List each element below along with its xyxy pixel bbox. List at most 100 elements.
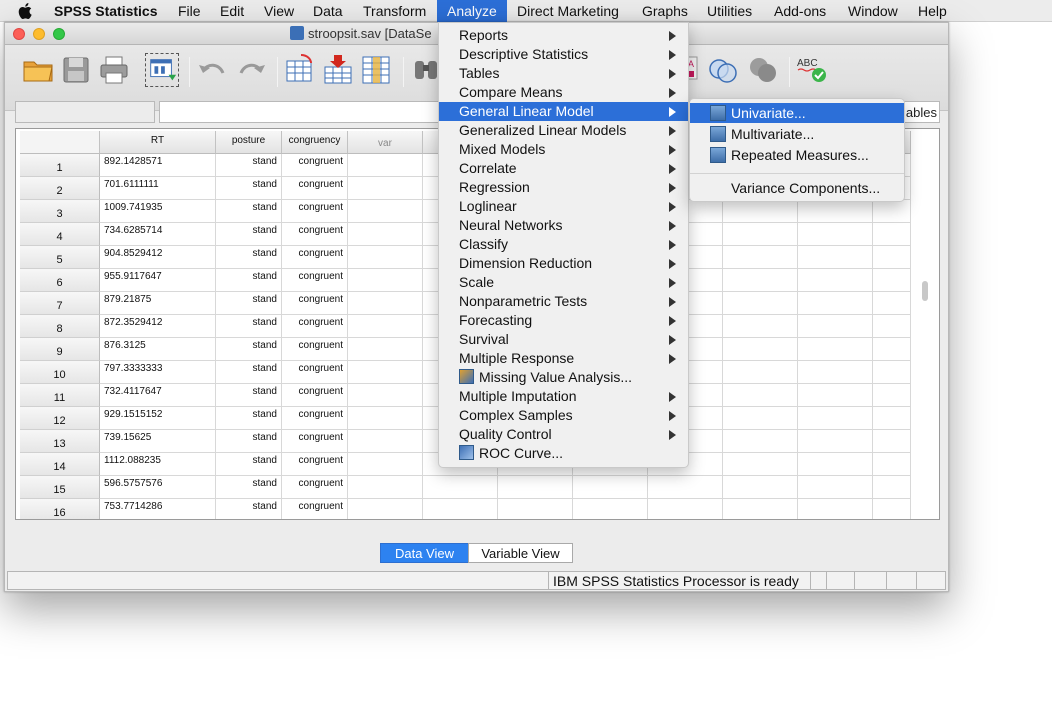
cell-posture[interactable]: stand xyxy=(216,177,282,200)
cell-empty[interactable] xyxy=(498,499,573,519)
menu-item-multivariate[interactable]: Multivariate... xyxy=(690,124,904,144)
vertical-scroll-thumb[interactable] xyxy=(922,281,928,301)
cell-empty[interactable] xyxy=(873,407,911,430)
cell-empty[interactable] xyxy=(723,453,798,476)
column-header-posture[interactable]: posture xyxy=(216,131,282,154)
cell-posture[interactable]: stand xyxy=(216,453,282,476)
cell-empty[interactable] xyxy=(723,384,798,407)
use-sets-icon[interactable] xyxy=(707,53,741,87)
cell-rt[interactable]: 904.8529412 xyxy=(100,246,216,269)
cell-empty[interactable] xyxy=(873,292,911,315)
cell-empty[interactable] xyxy=(873,246,911,269)
cell-congruency[interactable]: congruent xyxy=(282,223,348,246)
insert-variable-icon[interactable] xyxy=(359,53,393,87)
menu-help[interactable]: Help xyxy=(908,0,957,22)
menu-item-multiple-response[interactable]: Multiple Response xyxy=(439,349,688,368)
cell-congruency[interactable]: congruent xyxy=(282,200,348,223)
menu-item-reports[interactable]: Reports xyxy=(439,26,688,45)
cell-rt[interactable]: 872.3529412 xyxy=(100,315,216,338)
cell-empty[interactable] xyxy=(798,384,873,407)
menu-data[interactable]: Data xyxy=(303,0,353,22)
cell-empty[interactable] xyxy=(873,430,911,453)
cell-empty[interactable] xyxy=(798,499,873,519)
menu-item-variance-components[interactable]: Variance Components... xyxy=(690,178,904,198)
menu-item-mixed-models[interactable]: Mixed Models xyxy=(439,140,688,159)
menu-window[interactable]: Window xyxy=(838,0,908,22)
cell-empty[interactable] xyxy=(723,315,798,338)
menu-item-classify[interactable]: Classify xyxy=(439,235,688,254)
tab-data-view[interactable]: Data View xyxy=(380,543,469,563)
cell-rt[interactable]: 753.7714286 xyxy=(100,499,216,519)
cell-empty[interactable] xyxy=(873,384,911,407)
cell-empty[interactable] xyxy=(423,476,498,499)
cell-posture[interactable]: stand xyxy=(216,430,282,453)
menu-item-multiple-imputation[interactable]: Multiple Imputation xyxy=(439,387,688,406)
cell-empty[interactable] xyxy=(723,407,798,430)
cell-empty[interactable] xyxy=(723,499,798,519)
cell-empty[interactable] xyxy=(348,338,423,361)
row-number-2[interactable]: 2 xyxy=(20,177,100,200)
cell-rt[interactable]: 879.21875 xyxy=(100,292,216,315)
row-number-13[interactable]: 13 xyxy=(20,430,100,453)
cell-empty[interactable] xyxy=(798,361,873,384)
cell-empty[interactable] xyxy=(798,315,873,338)
menu-item-correlate[interactable]: Correlate xyxy=(439,159,688,178)
cell-empty[interactable] xyxy=(423,499,498,519)
cell-empty[interactable] xyxy=(723,361,798,384)
cell-empty[interactable] xyxy=(873,315,911,338)
cell-posture[interactable]: stand xyxy=(216,407,282,430)
cell-empty[interactable] xyxy=(348,154,423,177)
menu-item-survival[interactable]: Survival xyxy=(439,330,688,349)
cell-posture[interactable]: stand xyxy=(216,476,282,499)
cell-empty[interactable] xyxy=(723,223,798,246)
redo-icon[interactable] xyxy=(235,53,269,87)
cell-posture[interactable]: stand xyxy=(216,499,282,519)
row-number-1[interactable]: 1 xyxy=(20,154,100,177)
open-folder-icon[interactable] xyxy=(21,53,55,87)
menu-view[interactable]: View xyxy=(254,0,304,22)
cell-congruency[interactable]: congruent xyxy=(282,361,348,384)
menu-item-nonparametric-tests[interactable]: Nonparametric Tests xyxy=(439,292,688,311)
row-number-3[interactable]: 3 xyxy=(20,200,100,223)
column-header-congruency[interactable]: congruency xyxy=(282,131,348,154)
save-icon[interactable] xyxy=(59,53,93,87)
cell-rt[interactable]: 1009.741935 xyxy=(100,200,216,223)
undo-icon[interactable] xyxy=(195,53,229,87)
menu-item-tables[interactable]: Tables xyxy=(439,64,688,83)
menu-transform[interactable]: Transform xyxy=(353,0,436,22)
menu-item-repeated-measures[interactable]: Repeated Measures... xyxy=(690,145,904,165)
cell-rt[interactable]: 929.1515152 xyxy=(100,407,216,430)
menu-item-roc-curve[interactable]: ROC Curve... xyxy=(439,444,688,463)
menu-item-scale[interactable]: Scale xyxy=(439,273,688,292)
menu-item-generalized-linear-models[interactable]: Generalized Linear Models xyxy=(439,121,688,140)
cell-empty[interactable] xyxy=(723,292,798,315)
menu-direct-marketing[interactable]: Direct Marketing xyxy=(507,0,629,22)
cell-posture[interactable]: stand xyxy=(216,315,282,338)
cell-empty[interactable] xyxy=(873,476,911,499)
cell-posture[interactable]: stand xyxy=(216,361,282,384)
cell-empty[interactable] xyxy=(648,499,723,519)
cell-rt[interactable]: 876.3125 xyxy=(100,338,216,361)
row-number-4[interactable]: 4 xyxy=(20,223,100,246)
cell-empty[interactable] xyxy=(723,246,798,269)
cell-empty[interactable] xyxy=(348,407,423,430)
cell-empty[interactable] xyxy=(873,269,911,292)
menu-item-complex-samples[interactable]: Complex Samples xyxy=(439,406,688,425)
row-number-15[interactable]: 15 xyxy=(20,476,100,499)
insert-cases-icon[interactable] xyxy=(321,53,355,87)
menu-add-ons[interactable]: Add-ons xyxy=(764,0,836,22)
cell-congruency[interactable]: congruent xyxy=(282,246,348,269)
menu-item-quality-control[interactable]: Quality Control xyxy=(439,425,688,444)
cell-empty[interactable] xyxy=(798,476,873,499)
cell-empty[interactable] xyxy=(348,223,423,246)
show-all-variables-icon[interactable] xyxy=(747,53,781,87)
cell-posture[interactable]: stand xyxy=(216,384,282,407)
cell-empty[interactable] xyxy=(873,223,911,246)
row-number-12[interactable]: 12 xyxy=(20,407,100,430)
cell-congruency[interactable]: congruent xyxy=(282,292,348,315)
row-number-6[interactable]: 6 xyxy=(20,269,100,292)
apple-logo-icon[interactable] xyxy=(18,2,34,20)
cell-empty[interactable] xyxy=(798,292,873,315)
cell-posture[interactable]: stand xyxy=(216,338,282,361)
cell-empty[interactable] xyxy=(348,384,423,407)
